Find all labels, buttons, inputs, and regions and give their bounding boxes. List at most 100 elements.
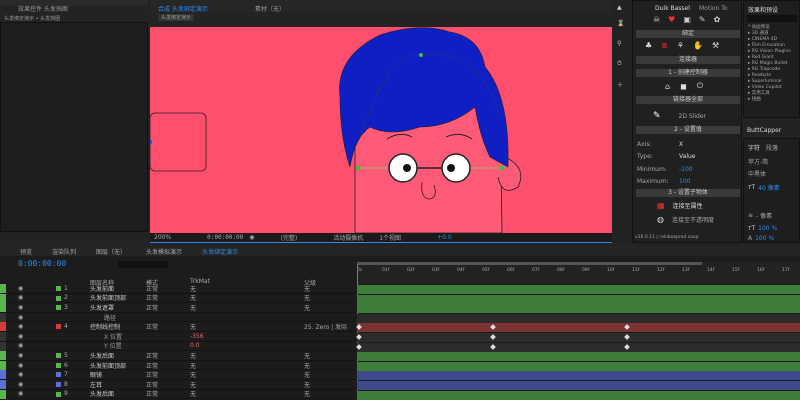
link-icon[interactable]: ⚲ xyxy=(617,40,621,47)
layer-duration-bar[interactable] xyxy=(357,381,800,390)
font-select[interactable]: 苹方-简 xyxy=(748,157,768,166)
layer-tab[interactable]: 图层（无） xyxy=(96,247,126,256)
layer-duration-bar[interactable] xyxy=(357,342,800,352)
rig-demo-tab[interactable]: 头发绑定演示 xyxy=(202,247,238,256)
hand-icon[interactable]: ✋ xyxy=(693,41,703,50)
comp-breadcrumb[interactable]: 头发绑定演示 xyxy=(158,14,195,21)
label-color-swatch[interactable] xyxy=(56,382,61,387)
visibility-eye-icon[interactable]: ◉ xyxy=(18,333,23,340)
layer-duration-bar[interactable] xyxy=(357,285,800,294)
layer-duration-bar[interactable] xyxy=(357,361,800,371)
label-color-swatch[interactable] xyxy=(56,362,61,368)
layer-duration-bar[interactable] xyxy=(357,304,800,314)
table-row[interactable]: ◉ Y 位置 0.0 xyxy=(0,342,355,352)
table-row[interactable]: ◉ 路径 xyxy=(0,313,355,323)
table-row[interactable]: ◉ 6 头发前面顶部 正常 无 无 xyxy=(0,361,355,371)
visibility-eye-icon[interactable]: ◉ xyxy=(18,342,23,349)
layer-duration-bar[interactable] xyxy=(357,371,800,381)
zoom-select[interactable]: 200% xyxy=(154,234,171,241)
slider-row[interactable]: ✎ 2D Slider xyxy=(653,111,706,121)
timeline-search-input[interactable] xyxy=(118,261,168,268)
font-style-select[interactable]: 中黑体 xyxy=(748,169,766,178)
sim-demo-tab[interactable]: 头发模拟演示 xyxy=(146,247,182,256)
wrench-icon[interactable]: ✎ xyxy=(699,15,706,24)
visibility-eye-icon[interactable]: ◉ xyxy=(18,381,23,388)
effects-search-input[interactable] xyxy=(747,15,797,22)
rig-section[interactable]: 绑定 xyxy=(636,30,740,38)
label-color-swatch[interactable] xyxy=(56,295,61,301)
visibility-eye-icon[interactable]: ◉ xyxy=(18,304,23,311)
camera-icon[interactable]: ◉ xyxy=(249,234,254,241)
hourglass-icon[interactable]: ⌛ xyxy=(617,20,624,27)
visibility-eye-icon[interactable]: ◉ xyxy=(18,390,23,397)
table-row[interactable]: ◉ 4 控制线控制 正常 无 25. Zero | 发际 xyxy=(0,322,355,332)
set-child-section[interactable]: 3 - 设置子物体 xyxy=(636,189,740,197)
visibility-eye-icon[interactable]: ◉ xyxy=(18,323,23,330)
bone-icon[interactable]: ☠ xyxy=(653,15,660,24)
quality-select[interactable]: (完整) xyxy=(281,233,298,242)
footage-tab[interactable]: 素材（无） xyxy=(255,4,285,13)
table-row[interactable]: ◉ 1 头发前面 正常 无 无 xyxy=(0,284,355,294)
layer-duration-bar[interactable] xyxy=(357,294,800,304)
table-row[interactable]: ◉ 2 头发前面顶部 正常 无 无 xyxy=(0,294,355,304)
active-camera-select[interactable]: 活动摄像机 xyxy=(333,233,363,242)
table-row[interactable]: ◉ 8 左耳 正常 无 无 xyxy=(0,380,355,390)
effect-controls-tab[interactable]: 效果控件 头发挡图 xyxy=(18,4,68,13)
layer-duration-bar[interactable] xyxy=(357,352,800,362)
visibility-eye-icon[interactable]: ◉ xyxy=(18,294,23,301)
viewer-timecode[interactable]: 0:00:00:00 xyxy=(207,234,243,241)
render-queue-tab[interactable]: 渲染队列 xyxy=(52,247,76,256)
motion-tab[interactable]: Motion To xyxy=(699,5,728,12)
visibility-eye-icon[interactable]: ◉ xyxy=(18,314,23,321)
layer-duration-bar[interactable] xyxy=(357,313,800,323)
create-controller-button[interactable]: 1 - 创建控制器 xyxy=(636,69,740,77)
add-icon[interactable]: ＋ xyxy=(617,80,623,89)
gear-icon[interactable]: ✿ xyxy=(714,15,721,24)
vscale-row[interactable]: ᴛT 100 % xyxy=(748,225,777,232)
ik-icon[interactable]: ⚘ xyxy=(677,41,684,50)
stopwatch-icon[interactable]: ⏱ xyxy=(617,60,622,68)
square-icon[interactable]: ◼ xyxy=(680,82,687,91)
table-row[interactable]: ◉ X 位置 -356 xyxy=(0,332,355,342)
table-row[interactable]: ◉ 3 头发遮罩 正常 无 无 xyxy=(0,303,355,313)
pick-opacity-row[interactable]: ◍ 连接至不透明度 xyxy=(657,215,714,224)
label-color-swatch[interactable] xyxy=(56,305,61,311)
label-color-swatch[interactable] xyxy=(56,286,61,291)
label-color-swatch[interactable] xyxy=(56,372,61,378)
font-size-row[interactable]: ᴛT 40 像素 xyxy=(748,183,780,192)
character-tab[interactable]: 字符 xyxy=(748,143,760,152)
magnet-icon[interactable]: ♥ xyxy=(668,15,675,24)
linker-button[interactable]: 连接器 xyxy=(636,56,740,64)
label-color-swatch[interactable] xyxy=(56,353,61,359)
exposure-value[interactable]: +0.0 xyxy=(437,234,452,241)
layer-duration-bar[interactable] xyxy=(357,323,800,333)
table-row[interactable]: ◉ 7 眼镜 正常 无 无 xyxy=(0,370,355,380)
work-area-bar[interactable] xyxy=(357,262,702,265)
visibility-eye-icon[interactable]: ◉ xyxy=(18,362,23,369)
layer-duration-bar[interactable] xyxy=(357,333,800,342)
comp-viewer[interactable] xyxy=(150,27,612,233)
rig-icon[interactable]: ♣ xyxy=(645,41,652,50)
power-icon[interactable]: ⏻ xyxy=(697,81,703,91)
minimum-input[interactable]: -100 xyxy=(679,166,693,173)
time-ruler[interactable]: 0s 01f 02f 03f 04f 05f 06f 07f 08f 09f 10f 11f 12f 13… xyxy=(357,262,800,284)
visibility-eye-icon[interactable]: ◉ xyxy=(18,371,23,378)
views-select[interactable]: 1个视图 xyxy=(379,233,401,242)
type-select[interactable]: Value xyxy=(679,153,695,160)
camera-rig-icon[interactable]: ▣ xyxy=(683,15,691,24)
table-row[interactable]: ◉ 5 头发后面 正常 无 无 xyxy=(0,351,355,361)
baseline-row[interactable]: A 100 % xyxy=(748,235,774,242)
leading-row[interactable]: ≡ - 像素 xyxy=(748,211,772,220)
paragraph-tab[interactable]: 段落 xyxy=(766,143,778,152)
connect-all-button[interactable]: 链接器全部 xyxy=(636,96,740,104)
set-value-section[interactable]: 2 - 设置值 xyxy=(636,126,740,134)
comp-tab[interactable]: 合成 头发绑定演示 xyxy=(158,4,208,13)
preview-tab[interactable]: 预览 xyxy=(20,247,32,256)
layer-duration-bar[interactable] xyxy=(357,390,800,400)
label-color-swatch[interactable] xyxy=(56,391,61,397)
timeline-timecode[interactable]: 0:00:00:00 xyxy=(18,259,66,268)
maximum-input[interactable]: 100 xyxy=(679,178,690,185)
duik-tab[interactable]: Duik Bassel xyxy=(655,5,690,12)
pick-prop-row[interactable]: ▦ 连接至属性 xyxy=(657,201,703,210)
visibility-eye-icon[interactable]: ◉ xyxy=(18,285,23,292)
